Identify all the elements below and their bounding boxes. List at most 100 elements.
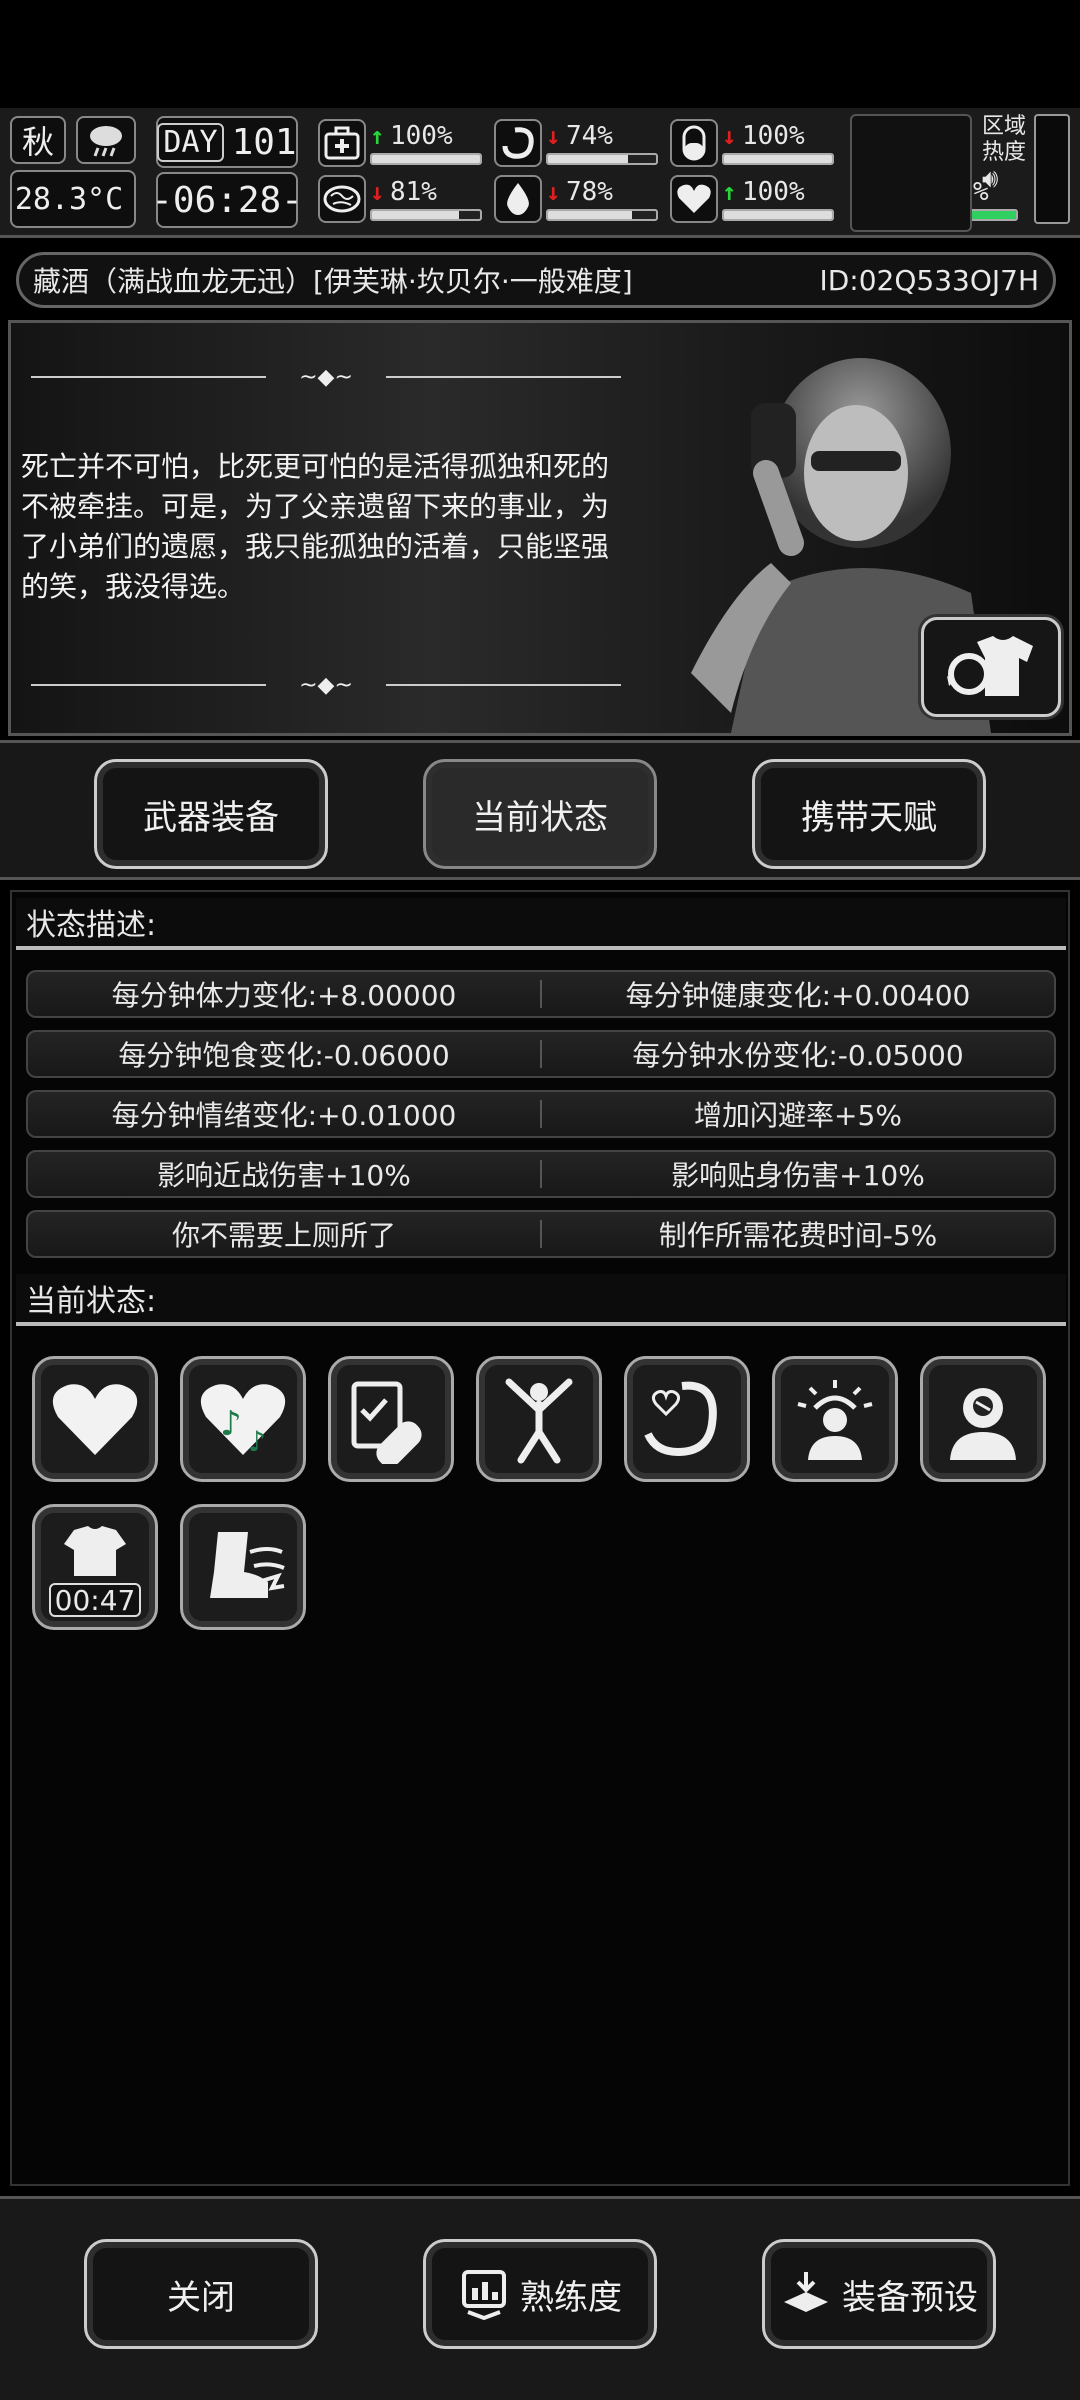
status-slot[interactable] [32, 1356, 158, 1482]
rain-cloud-icon [76, 116, 136, 164]
arrow-up-icon: ↑ [370, 122, 385, 150]
effect-text: 你不需要上厕所了 [171, 1219, 396, 1252]
svg-text:♪: ♪ [220, 1404, 242, 1444]
equipment-preset-button[interactable]: 装备预设 [762, 2239, 996, 2349]
status-slot-timed[interactable]: 00:47 [32, 1504, 158, 1630]
hud-stat-bar [370, 209, 482, 221]
hud-stat-bar [546, 153, 658, 165]
tab-weapons-equipment[interactable]: 武器装备 [94, 759, 328, 869]
hud-stat[interactable]: ↓ 100% [670, 116, 834, 170]
clipboard-bandage-icon [351, 1381, 422, 1464]
proficiency-button[interactable]: 熟练度 [423, 2239, 657, 2349]
hud-stat[interactable]: ↓ 78% [494, 172, 658, 226]
arrow-down-icon: ↓ [546, 122, 561, 150]
hud-stat-bar [722, 153, 834, 165]
effects-list: 每分钟体力变化:+8.00000 每分钟健康变化:+0.00400 每分钟饱食变化:… [26, 970, 1056, 1270]
day-label: DAY [157, 122, 224, 162]
effect-row: 影响近战伤害+10% 影响贴身伤害+10% [26, 1150, 1056, 1198]
arrow-up-icon: ↑ [722, 178, 737, 206]
save-id: ID:02Q533OJ7H [819, 263, 1039, 297]
status-slot[interactable] [920, 1356, 1046, 1482]
hud-stat-value: 100% [742, 177, 805, 207]
status-slot[interactable] [772, 1356, 898, 1482]
hud-stat-value: 100% [742, 121, 805, 151]
arrow-down-icon: ↓ [722, 122, 737, 150]
hud-stat-value: 81% [390, 177, 437, 207]
alarm-person-icon [797, 1380, 873, 1460]
hud-stat[interactable]: ↑100% [318, 116, 482, 170]
hud-stat[interactable]: ↓ 81% [318, 172, 482, 226]
medkit-icon [318, 119, 366, 167]
hud-stat[interactable]: ↓ 74% [494, 116, 658, 170]
heart-icon [52, 1384, 138, 1455]
effect-text: 每分钟情绪变化:+0.01000 [111, 1099, 457, 1132]
hud-stat-value: 74% [566, 121, 613, 151]
water-drop-icon [494, 175, 542, 223]
stamina-panel [850, 114, 972, 232]
speaker-icon[interactable]: 🔊︎ [982, 166, 1030, 192]
music-heart-icon: ♪ ♪ [200, 1384, 286, 1458]
day-counter: DAY 101 [156, 116, 298, 168]
effect-row: 每分钟体力变化:+8.00000 每分钟健康变化:+0.00400 [26, 970, 1056, 1018]
proficiency-icon [462, 2270, 506, 2320]
day-number: 101 [231, 121, 297, 163]
effect-text: 每分钟水份变化:-0.05000 [632, 1039, 964, 1072]
effect-text: 每分钟健康变化:+0.00400 [625, 979, 971, 1012]
hud-stat-bar [722, 209, 834, 221]
status-description-heading: 状态描述: [16, 898, 1066, 950]
close-button-label: 关闭 [167, 2277, 235, 2318]
hud-stat[interactable]: ↑100% [670, 172, 834, 226]
stomach-icon [494, 119, 542, 167]
equipment-preset-button-label: 装备预设 [842, 2277, 978, 2318]
effect-row: 每分钟饱食变化:-0.06000 每分钟水份变化:-0.05000 [26, 1030, 1056, 1078]
current-status-heading: 当前状态: [16, 1274, 1066, 1326]
proficiency-button-label: 熟练度 [520, 2277, 622, 2318]
top-hud: 秋 28.3°C DAY 101 -06:28- ↑ 100% ↓ 74% ↓ 100% ↓… [0, 108, 1080, 238]
close-button[interactable]: 关闭 [84, 2239, 318, 2349]
status-content[interactable]: 状态描述: 每分钟体力变化:+8.00000 每分钟健康变化:+0.00400 每分… [10, 890, 1070, 2186]
effect-text: 每分钟饱食变化:-0.06000 [118, 1039, 450, 1072]
hud-stat-value: 100% [390, 121, 453, 151]
effect-row: 每分钟情绪变化:+0.01000 增加闪避率+5% [26, 1090, 1056, 1138]
tab-bar: 武器装备 当前状态 携带天赋 [0, 740, 1080, 880]
change-outfit-button[interactable] [921, 617, 1061, 717]
shirt-swap-icon [947, 636, 1033, 696]
character-quote: 死亡并不可怕，比死更可怕的是活得孤独和死的不被牵挂。可是，为了父亲遗留下来的事业… [21, 450, 610, 603]
brain-icon [318, 175, 366, 223]
zone-heat-meter [1034, 114, 1070, 224]
status-slot[interactable] [328, 1356, 454, 1482]
tab-current-status[interactable]: 当前状态 [423, 759, 657, 869]
svg-text:♪: ♪ [248, 1425, 266, 1458]
effect-row: 你不需要上厕所了 制作所需花费时间-5% [26, 1210, 1056, 1258]
character-title-bar: 藏酒（满战血龙无迅）[伊芙琳·坎贝尔·一般难度] ID:02Q533OJ7H [16, 252, 1056, 308]
pill-icon [670, 119, 718, 167]
effect-text: 增加闪避率+5% [694, 1099, 902, 1132]
mind-person-icon [950, 1388, 1016, 1460]
character-title: 藏酒（满战血龙无迅）[伊芙琳·坎贝尔·一般难度] [33, 265, 633, 298]
stretching-person-icon [505, 1378, 573, 1464]
equipment-preset-icon [784, 2272, 828, 2312]
hud-stat-bar [370, 153, 482, 165]
hud-stat-value: 78% [566, 177, 613, 207]
heart-icon [670, 175, 718, 223]
effect-text: 每分钟体力变化:+8.00000 [111, 979, 457, 1012]
tab-talents[interactable]: 携带天赋 [752, 759, 986, 869]
temperature-readout: 28.3°C [10, 170, 136, 228]
shirt-timer-icon [64, 1526, 126, 1576]
ornament-divider-top: ~◆~ [31, 365, 621, 390]
status-slot[interactable]: ♪ ♪ [180, 1356, 306, 1482]
effect-text: 制作所需花费时间-5% [658, 1219, 938, 1252]
arrow-down-icon: ↓ [370, 178, 385, 206]
status-slot[interactable] [180, 1504, 306, 1630]
season-indicator: 秋 [10, 116, 66, 164]
effect-text: 影响近战伤害+10% [157, 1159, 411, 1192]
zone-heat-label: 区域热度 [982, 114, 1027, 165]
bottom-bar: 关闭 熟练度 装备预设 [0, 2196, 1080, 2400]
status-slot[interactable] [624, 1356, 750, 1482]
status-slot[interactable] [476, 1356, 602, 1482]
swift-boot-icon [210, 1532, 285, 1598]
status-timer: 00:47 [49, 1583, 141, 1617]
game-clock: -06:28- [151, 172, 303, 228]
zone-heat[interactable]: 区域热度 🔊︎ [982, 114, 1072, 232]
effect-text: 影响贴身伤害+10% [671, 1159, 925, 1192]
